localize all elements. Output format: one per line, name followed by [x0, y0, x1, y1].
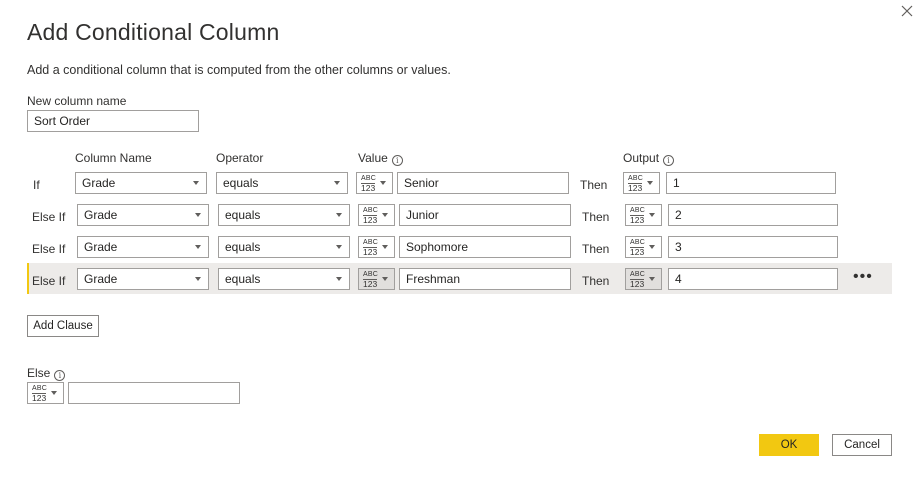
abc-123-icon: ABC [630, 207, 645, 214]
value-input[interactable]: Sophomore [399, 236, 571, 258]
chevron-down-icon [382, 245, 388, 249]
chevron-down-icon [334, 181, 340, 185]
add-clause-button[interactable]: Add Clause [27, 315, 99, 337]
chevron-down-icon [336, 277, 342, 281]
output-type-button[interactable]: ABC 123 [625, 268, 662, 290]
new-column-name-label: New column name [27, 94, 127, 108]
ok-button[interactable]: OK [759, 434, 819, 456]
chevron-down-icon [195, 213, 201, 217]
abc-123-icon: ABC [361, 175, 376, 182]
value-info-icon[interactable]: i [391, 155, 403, 166]
then-label: Then [582, 210, 610, 224]
abc-123-icon: ABC [32, 385, 47, 392]
chevron-down-icon [380, 181, 386, 185]
chevron-down-icon [647, 181, 653, 185]
column-name-dropdown[interactable]: Grade [75, 172, 207, 194]
column-name-header: Column Name [75, 151, 152, 165]
operator-dropdown[interactable]: equals [216, 172, 348, 194]
value-input[interactable]: Junior [399, 204, 571, 226]
abc-123-icon: ABC [363, 239, 378, 246]
chevron-down-icon [336, 213, 342, 217]
chevron-down-icon [193, 181, 199, 185]
new-column-name-input[interactable]: Sort Order [27, 110, 199, 132]
else-type-button[interactable]: ABC 123 [27, 382, 64, 404]
clause-keyword: Else If [32, 274, 66, 288]
output-input[interactable]: 4 [668, 268, 838, 290]
cancel-button[interactable]: Cancel [832, 434, 892, 456]
close-icon[interactable] [898, 2, 916, 20]
then-label: Then [582, 242, 610, 256]
value-header: Value i [358, 151, 403, 166]
operator-dropdown[interactable]: equals [218, 204, 350, 226]
chevron-down-icon [649, 277, 655, 281]
clause-keyword: If [33, 178, 40, 192]
column-name-dropdown[interactable]: Grade [77, 236, 209, 258]
dialog-title: Add Conditional Column [27, 19, 280, 45]
column-name-dropdown[interactable]: Grade [77, 204, 209, 226]
value-input[interactable]: Freshman [399, 268, 571, 290]
output-header: Output i [623, 151, 675, 166]
more-options-icon[interactable]: ••• [853, 269, 873, 285]
clause-keyword: Else If [32, 210, 66, 224]
abc-123-icon: ABC [628, 175, 643, 182]
operator-dropdown[interactable]: equals [218, 236, 350, 258]
clause-keyword: Else If [32, 242, 66, 256]
chevron-down-icon [195, 245, 201, 249]
abc-123-icon: ABC [630, 239, 645, 246]
column-name-dropdown[interactable]: Grade [77, 268, 209, 290]
output-input[interactable]: 3 [668, 236, 838, 258]
value-type-button[interactable]: ABC 123 [358, 268, 395, 290]
chevron-down-icon [649, 245, 655, 249]
dialog-subtitle: Add a conditional column that is compute… [27, 63, 451, 77]
output-input[interactable]: 1 [666, 172, 836, 194]
value-type-button[interactable]: ABC 123 [358, 236, 395, 258]
abc-123-icon: ABC [363, 207, 378, 214]
else-info-icon[interactable]: i [54, 370, 66, 381]
abc-123-icon: ABC [630, 271, 645, 278]
value-input[interactable]: Senior [397, 172, 569, 194]
operator-header: Operator [216, 151, 264, 165]
output-type-button[interactable]: ABC 123 [625, 204, 662, 226]
output-type-button[interactable]: ABC 123 [625, 236, 662, 258]
chevron-down-icon [195, 277, 201, 281]
output-info-icon[interactable]: i [663, 155, 675, 166]
else-label: Else i [27, 366, 66, 381]
else-input[interactable] [68, 382, 240, 404]
chevron-down-icon [51, 391, 57, 395]
chevron-down-icon [649, 213, 655, 217]
output-type-button[interactable]: ABC 123 [623, 172, 660, 194]
abc-123-icon: ABC [363, 271, 378, 278]
operator-dropdown[interactable]: equals [218, 268, 350, 290]
then-label: Then [582, 274, 610, 288]
then-label: Then [580, 178, 608, 192]
chevron-down-icon [382, 277, 388, 281]
value-type-button[interactable]: ABC 123 [358, 204, 395, 226]
chevron-down-icon [382, 213, 388, 217]
chevron-down-icon [336, 245, 342, 249]
output-input[interactable]: 2 [668, 204, 838, 226]
selected-row-accent [27, 263, 29, 294]
value-type-button[interactable]: ABC 123 [356, 172, 393, 194]
